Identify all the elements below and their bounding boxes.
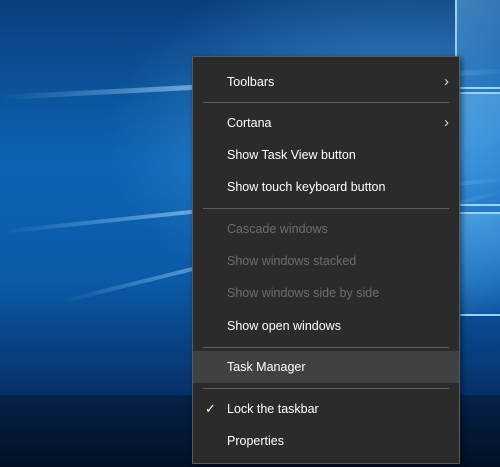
menu-item-toolbars[interactable]: Toolbars › xyxy=(193,66,459,98)
menu-item-label: Task Manager xyxy=(227,360,306,374)
taskbar-context-menu: Toolbars › Cortana › Show Task View butt… xyxy=(192,56,460,464)
wallpaper-window-pane xyxy=(455,212,500,316)
menu-item-cortana[interactable]: Cortana › xyxy=(193,107,459,139)
menu-separator xyxy=(203,388,449,389)
menu-item-label: Cortana xyxy=(227,116,272,130)
menu-item-show-touch-keyboard-button[interactable]: Show touch keyboard button xyxy=(193,171,459,203)
chevron-right-icon: › xyxy=(444,114,449,131)
menu-item-show-windows-side-by-side: Show windows side by side xyxy=(193,277,459,309)
menu-item-label: Properties xyxy=(227,434,284,448)
menu-item-label: Show windows side by side xyxy=(227,286,380,300)
menu-item-label: Lock the taskbar xyxy=(227,402,319,416)
menu-item-task-manager[interactable]: Task Manager xyxy=(193,351,459,383)
menu-item-lock-the-taskbar[interactable]: ✓ Lock the taskbar xyxy=(193,393,459,425)
menu-item-label: Show windows stacked xyxy=(227,254,357,268)
menu-separator xyxy=(203,102,449,103)
menu-item-label: Show touch keyboard button xyxy=(227,180,386,194)
menu-item-show-task-view-button[interactable]: Show Task View button xyxy=(193,139,459,171)
menu-item-properties[interactable]: Properties xyxy=(193,425,459,457)
menu-item-show-open-windows[interactable]: Show open windows xyxy=(193,310,459,342)
checkmark-icon: ✓ xyxy=(205,401,216,416)
menu-item-label: Show open windows xyxy=(227,319,341,333)
menu-item-cascade-windows: Cascade windows xyxy=(193,213,459,245)
menu-item-show-windows-stacked: Show windows stacked xyxy=(193,245,459,277)
wallpaper-window-pane xyxy=(455,92,500,206)
menu-item-label: Show Task View button xyxy=(227,148,356,162)
menu-separator xyxy=(203,208,449,209)
menu-item-label: Cascade windows xyxy=(227,222,328,236)
chevron-right-icon: › xyxy=(444,73,449,90)
menu-item-label: Toolbars xyxy=(227,75,275,89)
menu-separator xyxy=(203,347,449,348)
